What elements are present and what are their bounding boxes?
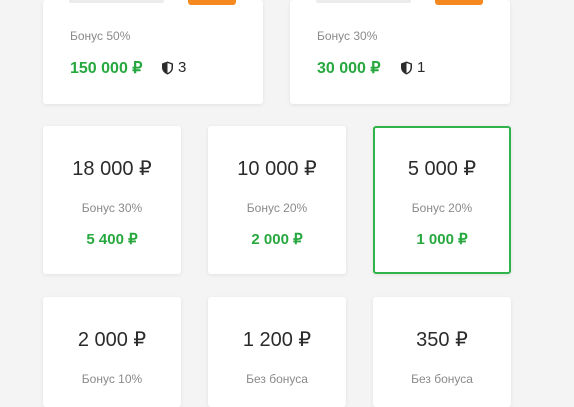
shield-icon xyxy=(401,61,412,74)
card-title-fragment xyxy=(316,0,411,3)
shield-badge: 1 xyxy=(400,59,425,76)
bonus-label: Без бонуса xyxy=(246,372,308,386)
bonus-label: Без бонуса xyxy=(411,372,473,386)
select-tab[interactable] xyxy=(188,0,236,5)
select-tab[interactable] xyxy=(435,0,483,5)
shield-count: 1 xyxy=(417,59,426,76)
package-card-10000[interactable]: 10 000 ₽ Бонус 20% 2 000 ₽ xyxy=(208,126,346,274)
package-price: 5 000 ₽ xyxy=(407,158,477,180)
package-card-5000-selected[interactable]: 5 000 ₽ Бонус 20% 1 000 ₽ xyxy=(373,126,511,274)
package-price: 350 ₽ xyxy=(416,329,468,351)
bonus-amount: 1 000 ₽ xyxy=(416,231,468,248)
bonus-label: Бонус 30% xyxy=(317,29,378,43)
bonus-amount: 2 000 ₽ xyxy=(251,231,303,248)
shield-icon xyxy=(162,61,173,74)
package-card-18000[interactable]: 18 000 ₽ Бонус 30% 5 400 ₽ xyxy=(43,126,181,274)
bonus-amount: 150 000 ₽ xyxy=(70,60,143,77)
shield-badge: 3 xyxy=(161,59,186,76)
package-card-2000[interactable]: 2 000 ₽ Бонус 10% xyxy=(43,297,181,407)
package-price: 18 000 ₽ xyxy=(72,158,152,180)
package-price: 1 200 ₽ xyxy=(242,329,312,351)
bonus-label: Бонус 10% xyxy=(81,372,143,386)
package-card-1200[interactable]: 1 200 ₽ Без бонуса xyxy=(208,297,346,407)
bonus-label: Бонус 20% xyxy=(246,201,308,215)
package-card-350[interactable]: 350 ₽ Без бонуса xyxy=(373,297,511,407)
top-package-card-2[interactable]: Бонус 30% 30 000 ₽ 1 xyxy=(290,0,510,104)
bonus-label: Бонус 20% xyxy=(411,201,473,215)
shield-count: 3 xyxy=(178,59,187,76)
package-price: 10 000 ₽ xyxy=(237,158,317,180)
card-title-fragment xyxy=(69,0,164,3)
bonus-amount: 5 400 ₽ xyxy=(86,231,138,248)
bonus-label: Бонус 30% xyxy=(81,201,143,215)
package-price: 2 000 ₽ xyxy=(77,329,147,351)
top-package-card-1[interactable]: Бонус 50% 150 000 ₽ 3 xyxy=(43,0,263,104)
bonus-label: Бонус 50% xyxy=(70,29,131,43)
bonus-amount: 30 000 ₽ xyxy=(317,60,381,77)
